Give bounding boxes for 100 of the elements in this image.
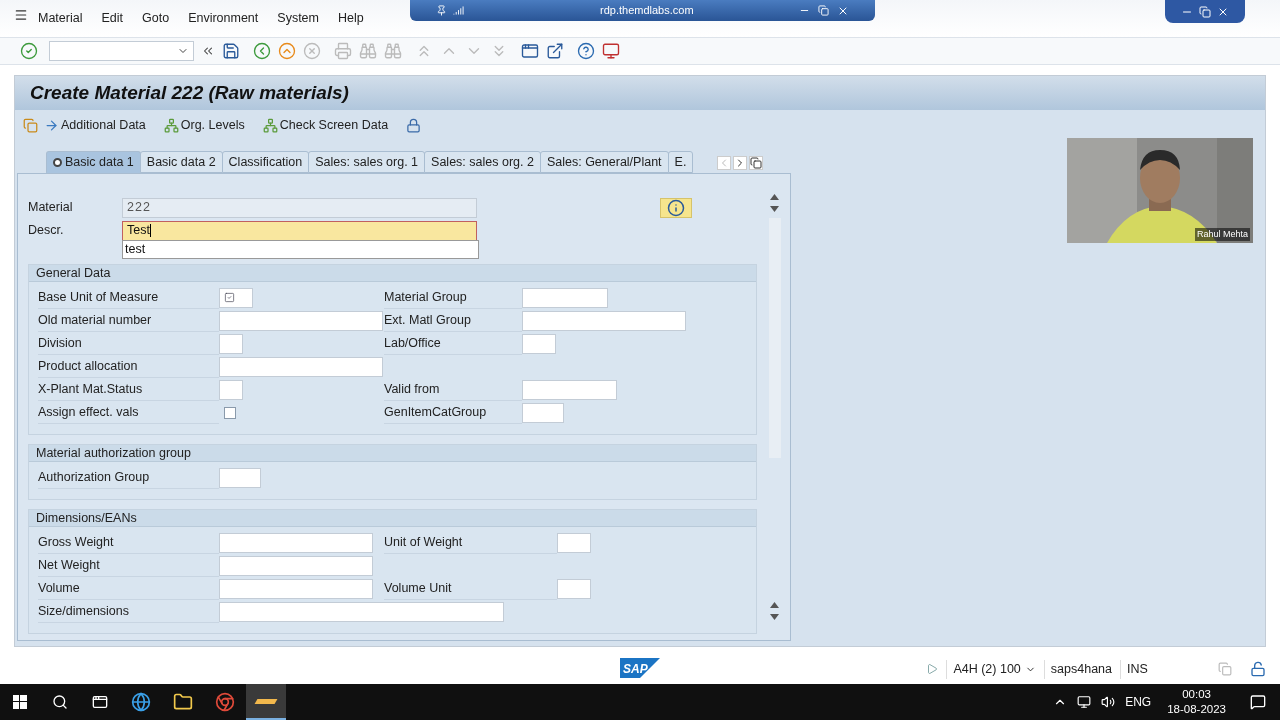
input-field[interactable] [219, 333, 243, 354]
hierarchy-icon [163, 117, 179, 133]
back-icon[interactable] [253, 42, 271, 61]
system-info[interactable]: A4H (2) 100 [946, 659, 1036, 679]
scroll-left-icon[interactable] [717, 156, 732, 171]
input-field[interactable] [219, 532, 373, 553]
field-label: Volume Unit [384, 579, 452, 597]
scroll-down-icon[interactable] [770, 206, 779, 213]
notification-icon[interactable] [1250, 694, 1266, 710]
tab[interactable]: Sales: General/Plant [539, 151, 669, 174]
screen-title: Create Material 222 (Raw materials) [30, 80, 349, 105]
toolbar-button[interactable]: Additional Data [61, 115, 146, 135]
menu-item[interactable]: Environment [188, 9, 259, 29]
browser-icon[interactable] [131, 692, 151, 712]
tab[interactable]: Classification [221, 151, 310, 174]
server-name: saps4hana [1043, 659, 1112, 679]
input-field[interactable] [557, 578, 591, 599]
field-label: Ext. Matl Group [384, 311, 471, 329]
scroll-up-icon[interactable] [770, 194, 779, 201]
toolbar-button[interactable]: Org. Levels [180, 115, 245, 135]
shortcut-icon[interactable] [546, 42, 564, 61]
find-icon[interactable] [359, 42, 377, 61]
language-indicator[interactable]: ENG [1125, 693, 1152, 711]
cancel-icon[interactable] [303, 42, 321, 61]
input-field[interactable] [522, 379, 617, 400]
command-field[interactable] [49, 41, 194, 62]
find-next-icon[interactable] [384, 42, 402, 61]
tab[interactable]: Basic data 1 [46, 151, 141, 174]
exit-icon[interactable] [278, 42, 296, 61]
menu-icon[interactable] [14, 7, 28, 22]
field-label: Material [28, 199, 74, 217]
volume-icon[interactable] [1101, 695, 1116, 709]
windows-icon[interactable] [13, 695, 27, 709]
input-field[interactable] [219, 555, 373, 576]
unlock-icon[interactable] [1250, 661, 1266, 678]
input-field[interactable] [219, 578, 373, 599]
scrollbar[interactable] [767, 194, 782, 621]
menu-item[interactable]: Material [38, 9, 83, 29]
field-label: Base Unit of Measure [38, 288, 159, 306]
input-field[interactable] [522, 402, 564, 423]
group-title: General Data [36, 264, 111, 282]
tab[interactable]: E. [667, 151, 694, 174]
input-field[interactable] [522, 333, 556, 354]
field-label: Old material number [38, 311, 152, 329]
tab[interactable]: Sales: sales org. 1 [308, 151, 426, 174]
toolbar-button[interactable]: Check Screen Data [279, 115, 389, 135]
input-field[interactable] [219, 310, 383, 331]
menu-item[interactable]: Goto [142, 9, 170, 29]
info-icon[interactable] [660, 197, 692, 218]
enter-icon[interactable] [20, 42, 38, 61]
input-field[interactable] [219, 601, 504, 622]
menu-item[interactable]: Edit [101, 9, 123, 29]
group-title: Material authorization group [36, 444, 191, 462]
field-label: Net Weight [38, 556, 100, 574]
lock-icon[interactable] [406, 117, 422, 133]
folder-icon[interactable] [173, 692, 193, 712]
description-field[interactable]: Test [122, 220, 477, 241]
suggestion-item[interactable]: test [122, 240, 479, 260]
field-label: Assign effect. vals [38, 403, 139, 421]
field-label: Size/dimensions [38, 602, 129, 620]
tab[interactable]: Sales: sales org. 2 [424, 151, 541, 174]
field-label: Volume [38, 579, 80, 597]
chrome-icon[interactable] [215, 692, 235, 712]
hierarchy-icon [262, 117, 278, 133]
input-mode: INS [1120, 659, 1180, 679]
print-icon[interactable] [334, 42, 352, 61]
checkbox[interactable] [224, 406, 236, 419]
search-icon[interactable] [52, 694, 68, 710]
clock-date[interactable]: 18-08-2023 [1167, 702, 1226, 717]
field-label: Division [38, 334, 82, 352]
restore-icon[interactable] [1199, 5, 1211, 18]
save-icon[interactable] [222, 42, 240, 61]
scroll-right-icon[interactable] [733, 156, 748, 171]
remote-host: rdp.themdlabs.com [600, 3, 694, 19]
sap-taskbar-icon[interactable] [246, 684, 286, 720]
input-field[interactable] [219, 379, 243, 400]
signal-icon [453, 5, 464, 16]
monitor-icon[interactable] [602, 42, 620, 61]
input-field[interactable] [219, 356, 383, 377]
menu-item[interactable]: Help [338, 9, 364, 29]
new-session-icon[interactable] [521, 42, 539, 61]
input-field[interactable] [219, 287, 253, 308]
scroll-up-icon[interactable] [770, 602, 779, 609]
task-view-icon[interactable] [92, 694, 108, 710]
input-field[interactable] [522, 310, 686, 331]
menu-item[interactable]: System [277, 9, 319, 29]
input-field[interactable] [522, 287, 608, 308]
play-icon[interactable] [926, 663, 939, 676]
clock-time[interactable]: 00:03 [1182, 687, 1211, 702]
arrow-icon [44, 117, 59, 133]
pin-icon[interactable] [436, 5, 447, 16]
group-title: Dimensions/EANs [36, 509, 137, 527]
restore-icon[interactable] [818, 5, 829, 16]
input-field[interactable] [219, 467, 261, 488]
field-label: Descr. [28, 222, 65, 240]
help-icon[interactable] [577, 42, 595, 61]
input-field[interactable] [557, 532, 591, 553]
tab[interactable]: Basic data 2 [139, 151, 223, 174]
field-label: Product allocation [38, 357, 138, 375]
scroll-down-icon[interactable] [770, 614, 779, 621]
